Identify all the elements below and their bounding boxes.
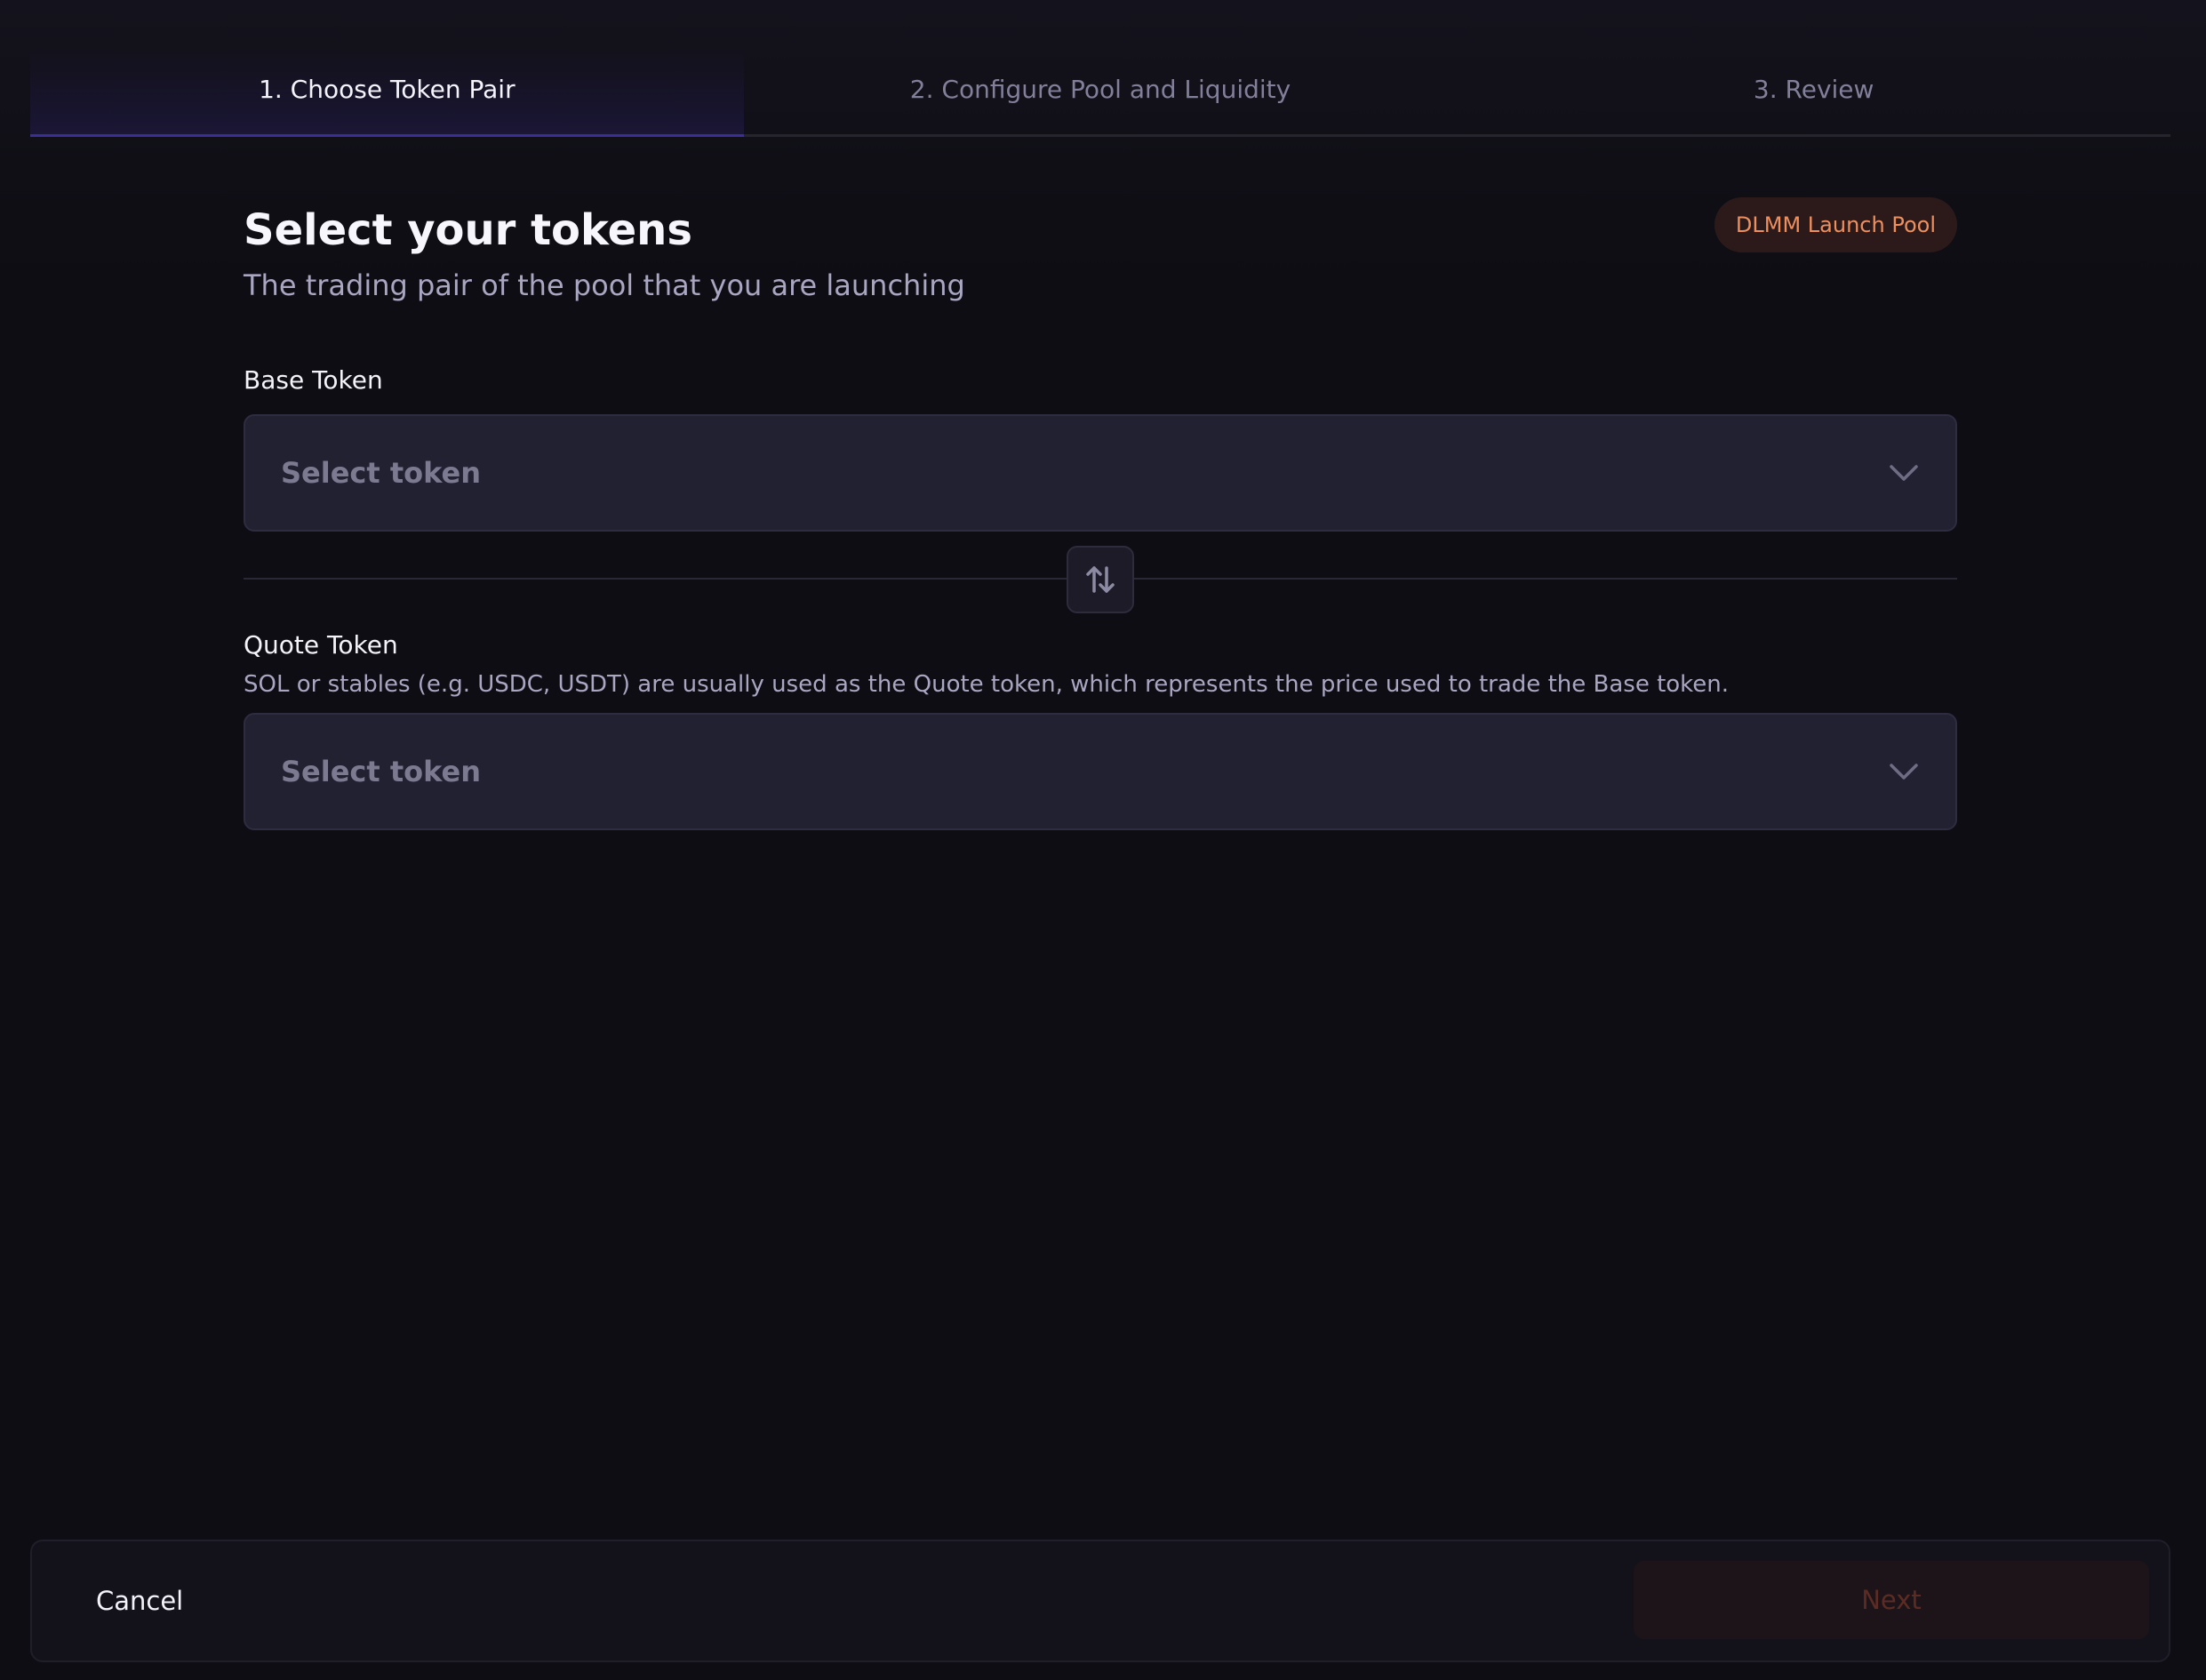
base-token-label: Base Token — [244, 365, 383, 395]
swap-tokens-button[interactable] — [1067, 546, 1134, 613]
stepper: 1. Choose Token Pair 2. Configure Pool a… — [30, 48, 2170, 137]
main-content: Select your tokens The trading pair of t… — [244, 197, 1957, 830]
step-configure-pool[interactable]: 2. Configure Pool and Liquidity — [744, 48, 1458, 137]
step-label: 2. Configure Pool and Liquidity — [909, 74, 1291, 104]
cancel-button[interactable]: Cancel — [96, 1541, 183, 1660]
chevron-down-icon — [1888, 457, 1920, 489]
page-header: Select your tokens The trading pair of t… — [244, 197, 1957, 322]
step-label: 1. Choose Token Pair — [259, 74, 516, 104]
quote-token-label: Quote Token — [244, 630, 398, 660]
chevron-down-icon — [1888, 756, 1920, 788]
quote-token-helper: SOL or stables (e.g. USDC, USDT) are usu… — [244, 671, 1730, 698]
page-subtitle: The trading pair of the pool that you ar… — [244, 268, 965, 302]
next-button[interactable]: Next — [1634, 1561, 2149, 1639]
quote-token-placeholder: Select token — [281, 755, 482, 788]
base-token-select[interactable]: Select token — [244, 414, 1957, 532]
page-title: Select your tokens — [244, 205, 692, 255]
base-token-placeholder: Select token — [281, 456, 482, 490]
pool-type-badge: DLMM Launch Pool — [1714, 197, 1957, 252]
quote-token-select[interactable]: Select token — [244, 713, 1957, 830]
step-label: 3. Review — [1753, 74, 1874, 104]
step-choose-token-pair[interactable]: 1. Choose Token Pair — [30, 48, 744, 137]
swap-vertical-icon — [1084, 564, 1116, 596]
step-review[interactable]: 3. Review — [1457, 48, 2170, 137]
action-footer: Cancel Next — [30, 1540, 2170, 1662]
